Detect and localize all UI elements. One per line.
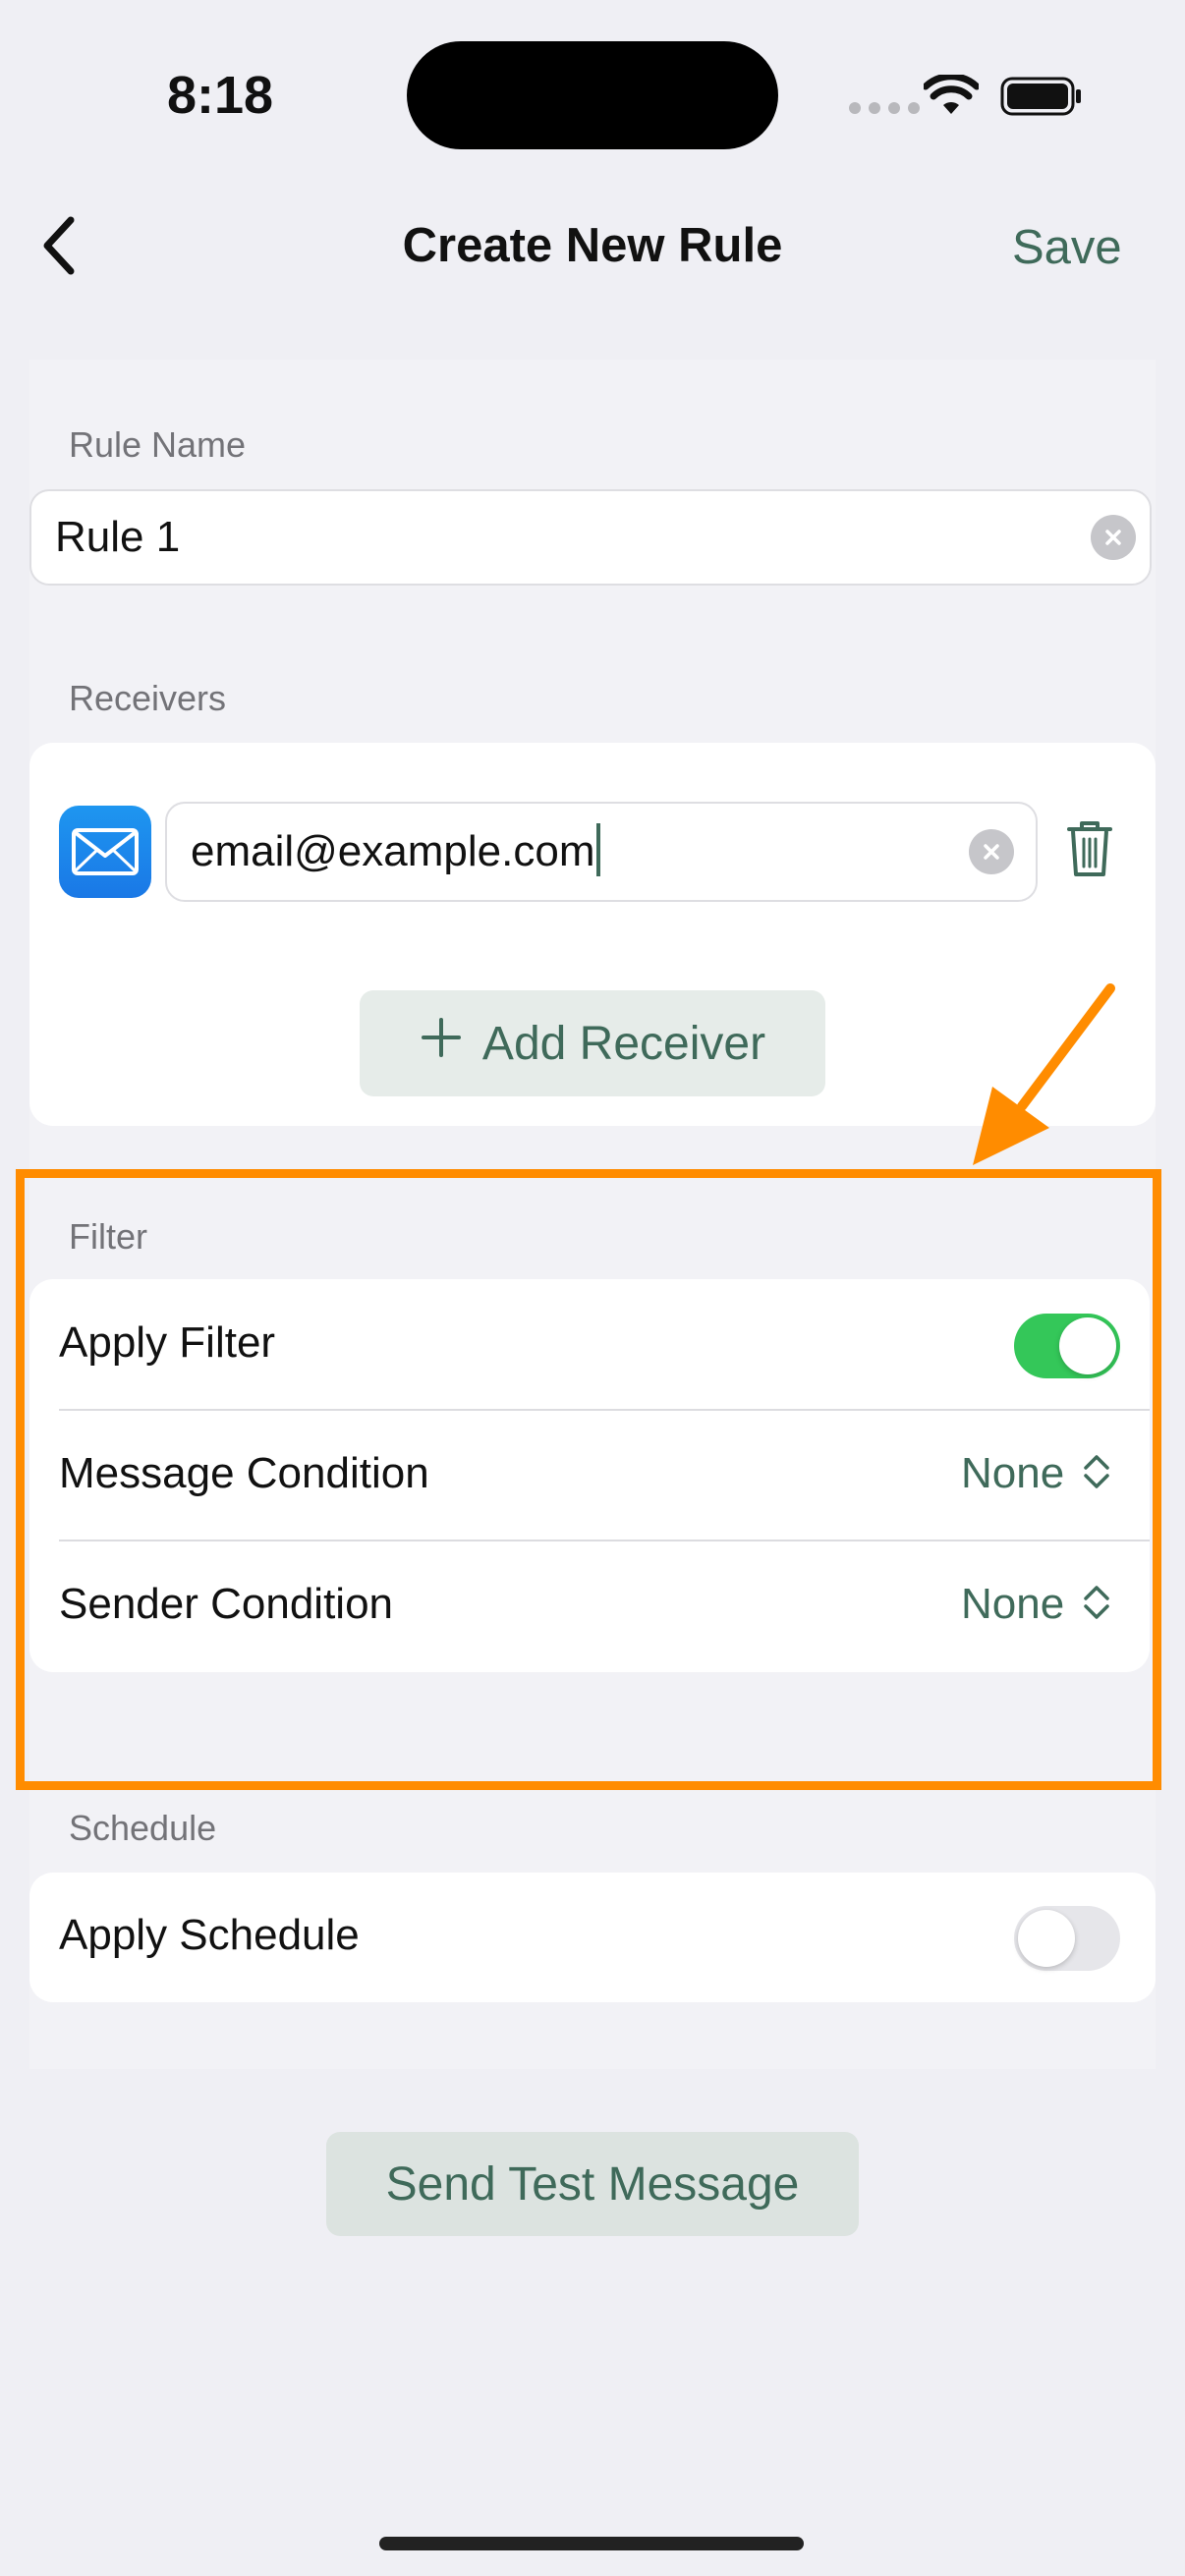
apply-schedule-toggle[interactable]	[1014, 1906, 1120, 1971]
send-test-message-button[interactable]: Send Test Message	[326, 2132, 859, 2236]
clear-rule-name-icon[interactable]	[1091, 515, 1136, 560]
mail-icon[interactable]	[59, 806, 151, 898]
annotation-arrow-icon	[963, 979, 1120, 1180]
battery-icon	[1000, 77, 1083, 121]
dynamic-island	[407, 41, 778, 149]
rule-name-field[interactable]: Rule 1	[29, 489, 1152, 586]
receiver-email-value: email@example.com	[191, 823, 601, 877]
receivers-label: Receivers	[69, 678, 227, 718]
clear-email-icon[interactable]	[969, 829, 1014, 874]
receiver-email-field[interactable]: email@example.com	[165, 802, 1038, 902]
trash-icon[interactable]	[1065, 819, 1114, 883]
highlight-box	[16, 1169, 1161, 1790]
text-cursor	[596, 823, 601, 877]
wifi-icon	[922, 73, 981, 123]
apply-schedule-label: Apply Schedule	[59, 1911, 360, 1959]
add-receiver-label: Add Receiver	[481, 1017, 766, 1070]
save-button[interactable]: Save	[1012, 220, 1122, 275]
page-title: Create New Rule	[402, 219, 783, 272]
rule-name-value: Rule 1	[55, 513, 181, 561]
status-time: 8:18	[167, 66, 274, 125]
home-indicator	[379, 2537, 804, 2550]
cellular-signal-icon	[849, 102, 920, 114]
schedule-label: Schedule	[69, 1808, 217, 1848]
rule-name-label: Rule Name	[69, 424, 247, 465]
add-receiver-button[interactable]: Add Receiver	[360, 990, 825, 1096]
plus-icon	[420, 1016, 463, 1071]
